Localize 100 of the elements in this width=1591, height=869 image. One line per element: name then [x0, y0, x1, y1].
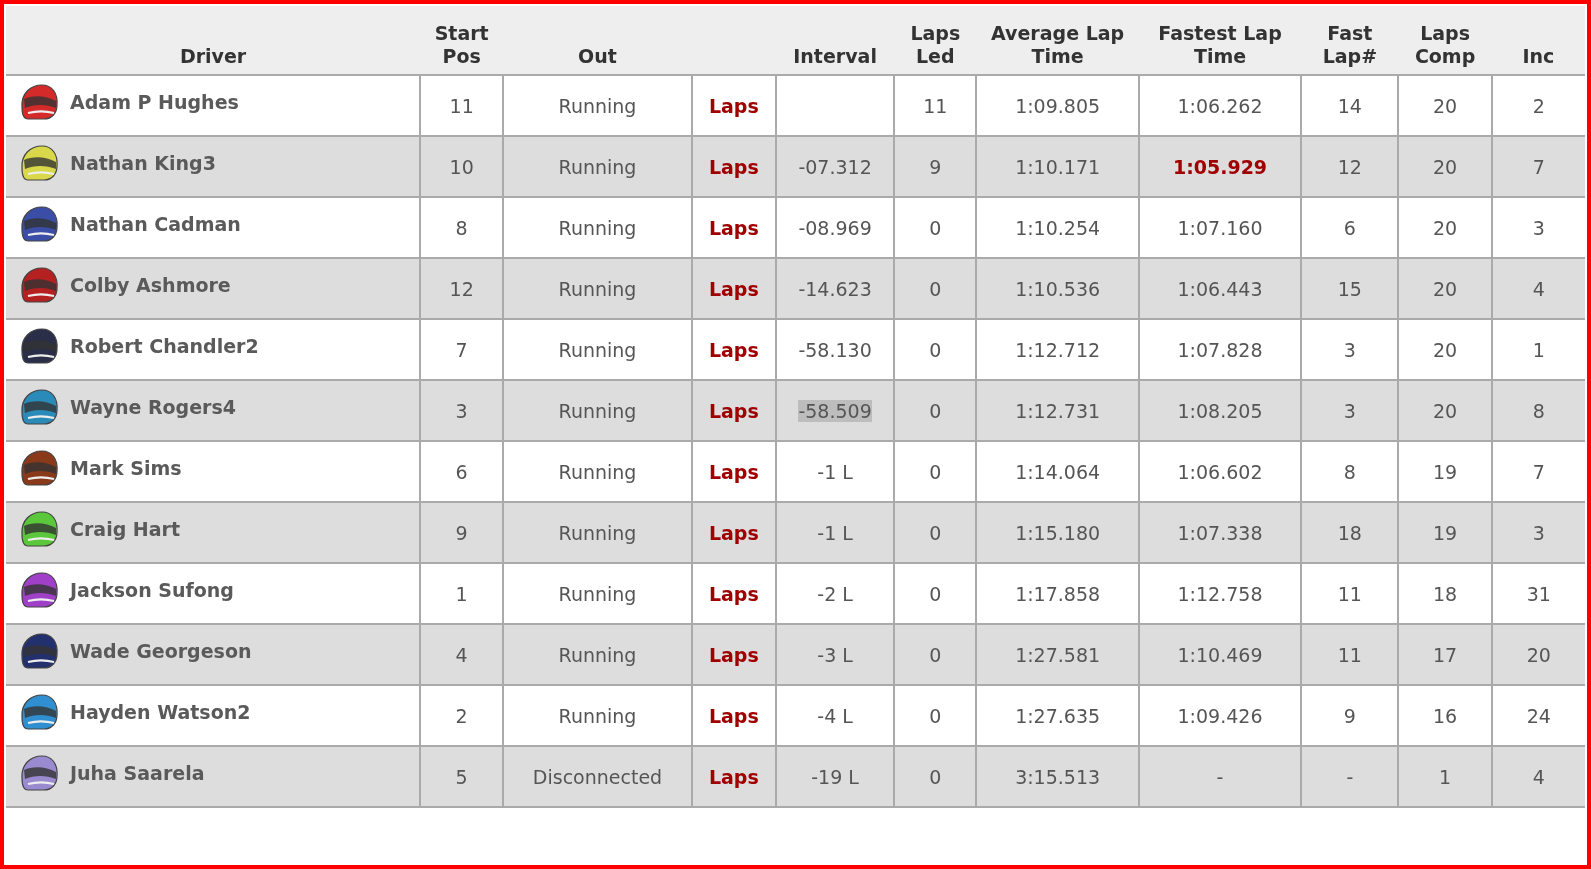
- table-cell: -: [1216, 765, 1224, 788]
- table-cell: 11: [449, 94, 474, 117]
- table-cell: 20: [1433, 338, 1458, 361]
- column-header: Average Lap Time: [991, 22, 1125, 67]
- table-cell: Running: [558, 399, 637, 422]
- table-cell: 0: [929, 582, 942, 605]
- table-cell: Running: [558, 460, 637, 483]
- table-cell: -4 L: [817, 704, 853, 727]
- table-cell: 1:07.160: [1177, 216, 1263, 239]
- table-cell: 3: [1532, 521, 1545, 544]
- table-cell: -58.130: [798, 338, 872, 361]
- column-header: Inc: [1522, 45, 1555, 67]
- driver-name: Juha Saarela: [70, 761, 205, 784]
- driver-name: Mark Sims: [70, 456, 182, 479]
- driver-name: Adam P Hughes: [70, 90, 239, 113]
- table-cell: -58.509: [798, 399, 872, 422]
- table-cell: 19: [1433, 460, 1458, 483]
- table-cell: -2 L: [817, 582, 853, 605]
- table-cell: 1:07.828: [1177, 338, 1263, 361]
- table-cell: 8: [1343, 460, 1356, 483]
- table-cell: 12: [449, 277, 474, 300]
- table-cell: 1:27.635: [1015, 704, 1101, 727]
- table-cell: 1:14.064: [1015, 460, 1101, 483]
- table-cell: 1: [1532, 338, 1545, 361]
- table-cell: 8: [455, 216, 468, 239]
- table-cell: -1 L: [817, 460, 853, 483]
- column-header: Fast Lap#: [1322, 22, 1378, 67]
- table-cell: 3: [455, 399, 468, 422]
- table-cell: -1 L: [817, 521, 853, 544]
- driver-name: Craig Hart: [70, 517, 181, 540]
- table-cell: 20: [1526, 643, 1551, 666]
- table-cell: 20: [1433, 94, 1458, 117]
- table-cell: 7: [1532, 155, 1545, 178]
- table-cell: Disconnected: [532, 765, 663, 788]
- table-cell: -08.969: [798, 216, 872, 239]
- table-cell: 1:06.602: [1177, 460, 1263, 483]
- table-cell: 0: [929, 399, 942, 422]
- table-cell: 3: [1343, 338, 1356, 361]
- driver-name: Hayden Watson2: [70, 700, 251, 723]
- table-cell: -: [1346, 765, 1354, 788]
- table-cell: 0: [929, 277, 942, 300]
- table-cell: 17: [1433, 643, 1458, 666]
- table-cell: 1:10.536: [1015, 277, 1101, 300]
- table-cell: -3 L: [817, 643, 853, 666]
- table-cell: 6: [455, 460, 468, 483]
- table-cell: 1:09.426: [1177, 704, 1263, 727]
- column-header: Out: [578, 45, 617, 67]
- table-cell: 10: [449, 155, 474, 178]
- table-cell: -19 L: [811, 765, 859, 788]
- column-header: Driver: [179, 45, 247, 67]
- table-cell: -07.312: [798, 155, 872, 178]
- table-cell: 31: [1526, 582, 1551, 605]
- table-cell: 1:27.581: [1015, 643, 1101, 666]
- table-cell: Running: [558, 582, 637, 605]
- driver-name: Nathan King3: [70, 151, 216, 174]
- table-cell: 11: [1337, 643, 1362, 666]
- table-cell: 4: [1532, 277, 1545, 300]
- table-cell: 1: [1439, 765, 1452, 788]
- column-header: Start Pos: [434, 22, 489, 67]
- table-cell: 1:12.731: [1015, 399, 1101, 422]
- table-cell: 4: [1532, 765, 1545, 788]
- table-cell: 20: [1433, 155, 1458, 178]
- table-cell: 1: [455, 582, 468, 605]
- table-cell: 16: [1433, 704, 1458, 727]
- table-cell: 7: [1532, 460, 1545, 483]
- table-cell: 11: [1337, 582, 1362, 605]
- table-cell: 2: [1532, 94, 1545, 117]
- table-cell: Running: [558, 277, 637, 300]
- driver-name: Wayne Rogers4: [70, 395, 236, 418]
- table-cell: 7: [455, 338, 468, 361]
- driver-name: Robert Chandler2: [70, 334, 259, 357]
- table-cell: 6: [1343, 216, 1356, 239]
- table-cell: 24: [1526, 704, 1551, 727]
- table-cell: 18: [1433, 582, 1458, 605]
- column-header: Fastest Lap Time: [1158, 22, 1282, 67]
- column-header: Interval: [793, 45, 877, 67]
- table-cell: 3: [1343, 399, 1356, 422]
- driver-name: Nathan Cadman: [70, 212, 241, 235]
- table-cell: 4: [455, 643, 468, 666]
- table-cell: 19: [1433, 521, 1458, 544]
- table-cell: Running: [558, 155, 637, 178]
- table-cell: Running: [558, 338, 637, 361]
- table-cell: 14: [1337, 94, 1362, 117]
- table-cell: 0: [929, 216, 942, 239]
- table-cell: 0: [929, 460, 942, 483]
- table-cell: 1:10.171: [1015, 155, 1101, 178]
- table-cell: 1:12.712: [1015, 338, 1101, 361]
- table-cell: 20: [1433, 399, 1458, 422]
- table-cell: 1:08.205: [1177, 399, 1263, 422]
- table-cell: 20: [1433, 216, 1458, 239]
- table-cell: 0: [929, 643, 942, 666]
- driver-name: Colby Ashmore: [70, 273, 231, 296]
- table-cell: 15: [1337, 277, 1362, 300]
- table-cell: 1:15.180: [1015, 521, 1101, 544]
- table-cell: 18: [1337, 521, 1362, 544]
- table-cell: 0: [929, 338, 942, 361]
- column-header: Laps Comp: [1414, 22, 1476, 67]
- column-header: Laps Led: [910, 22, 961, 67]
- table-cell: Running: [558, 216, 637, 239]
- table-cell: Running: [558, 704, 637, 727]
